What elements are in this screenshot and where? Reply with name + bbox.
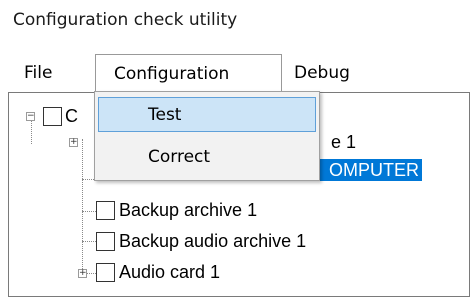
menu-configuration[interactable]: Configuration [95, 54, 282, 92]
expand-icon[interactable]: + [69, 138, 78, 147]
tree-checkbox[interactable] [43, 107, 62, 126]
tree-line [82, 241, 96, 242]
tree-line [82, 139, 83, 275]
tree-node[interactable]: e 1 [331, 131, 356, 153]
menu-file[interactable]: File [24, 54, 52, 92]
tree-checkbox[interactable] [96, 232, 115, 251]
menu-item-correct[interactable]: Correct [98, 140, 316, 175]
tree-node-root[interactable]: C [65, 105, 78, 127]
menu-item-test[interactable]: Test [98, 97, 316, 132]
tree-checkbox[interactable] [96, 263, 115, 282]
tree-node[interactable]: Backup audio archive 1 [119, 230, 306, 252]
expand-icon[interactable]: + [78, 269, 87, 278]
menu-bar: File Configuration Debug [8, 54, 470, 92]
menu-debug[interactable]: Debug [294, 54, 350, 92]
tree-node[interactable]: Audio card 1 [119, 261, 220, 283]
tree-node[interactable]: Backup archive 1 [119, 199, 257, 221]
collapse-icon[interactable]: − [26, 112, 35, 121]
window-title: Configuration check utility [13, 10, 238, 30]
tree-line [82, 211, 96, 212]
configuration-dropdown: Test Correct [94, 91, 320, 181]
tree-checkbox[interactable] [96, 201, 115, 220]
